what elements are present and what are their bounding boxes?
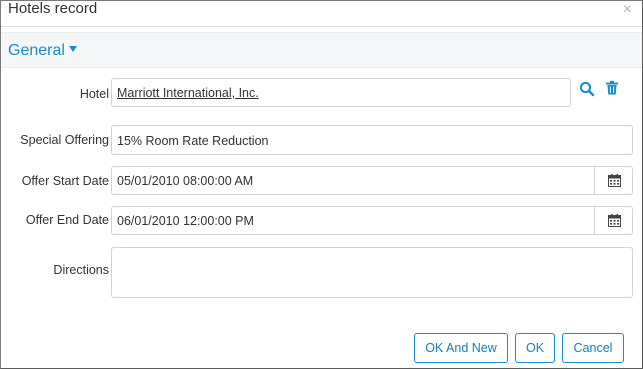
special-offering-input[interactable]: 15% Room Rate Reduction <box>111 125 633 155</box>
search-icon[interactable] <box>579 81 595 100</box>
offer-start-date-input[interactable]: 05/01/2010 08:00:00 AM <box>111 166 633 195</box>
dialog-title: Hotels record <box>8 0 98 17</box>
ok-and-new-button[interactable]: OK And New <box>414 333 508 363</box>
section-title[interactable]: General <box>8 42 65 60</box>
trash-icon[interactable] <box>605 80 619 99</box>
calendar-icon[interactable] <box>608 214 621 227</box>
hotels-record-dialog: Hotels record × General Hotel Marriott I… <box>0 0 643 369</box>
dialog-titlebar: Hotels record × <box>1 0 642 27</box>
offer-end-date-value: 06/01/2010 12:00:00 PM <box>117 214 254 228</box>
special-offering-label: Special Offering <box>20 133 109 147</box>
caret-down-icon[interactable] <box>69 46 77 52</box>
hotel-lookup-field[interactable]: Marriott International, Inc. <box>111 78 571 107</box>
ok-button[interactable]: OK <box>515 333 555 363</box>
hotel-label: Hotel <box>79 87 109 101</box>
special-offering-value: 15% Room Rate Reduction <box>117 134 269 148</box>
offer-end-date-label: Offer End Date <box>25 213 109 227</box>
cancel-button[interactable]: Cancel <box>562 333 624 363</box>
calendar-button-end[interactable] <box>594 207 632 234</box>
directions-label: Directions <box>53 263 109 277</box>
offer-start-date-value: 05/01/2010 08:00:00 AM <box>117 174 254 188</box>
calendar-button-start[interactable] <box>594 167 632 194</box>
calendar-icon[interactable] <box>608 174 621 187</box>
section-header-general[interactable]: General <box>1 32 642 68</box>
close-icon[interactable]: × <box>623 1 632 19</box>
offer-end-date-input[interactable]: 06/01/2010 12:00:00 PM <box>111 206 633 235</box>
hotel-link[interactable]: Marriott International, Inc. <box>117 86 259 100</box>
directions-textarea[interactable] <box>111 247 633 298</box>
offer-start-date-label: Offer Start Date <box>21 174 109 188</box>
